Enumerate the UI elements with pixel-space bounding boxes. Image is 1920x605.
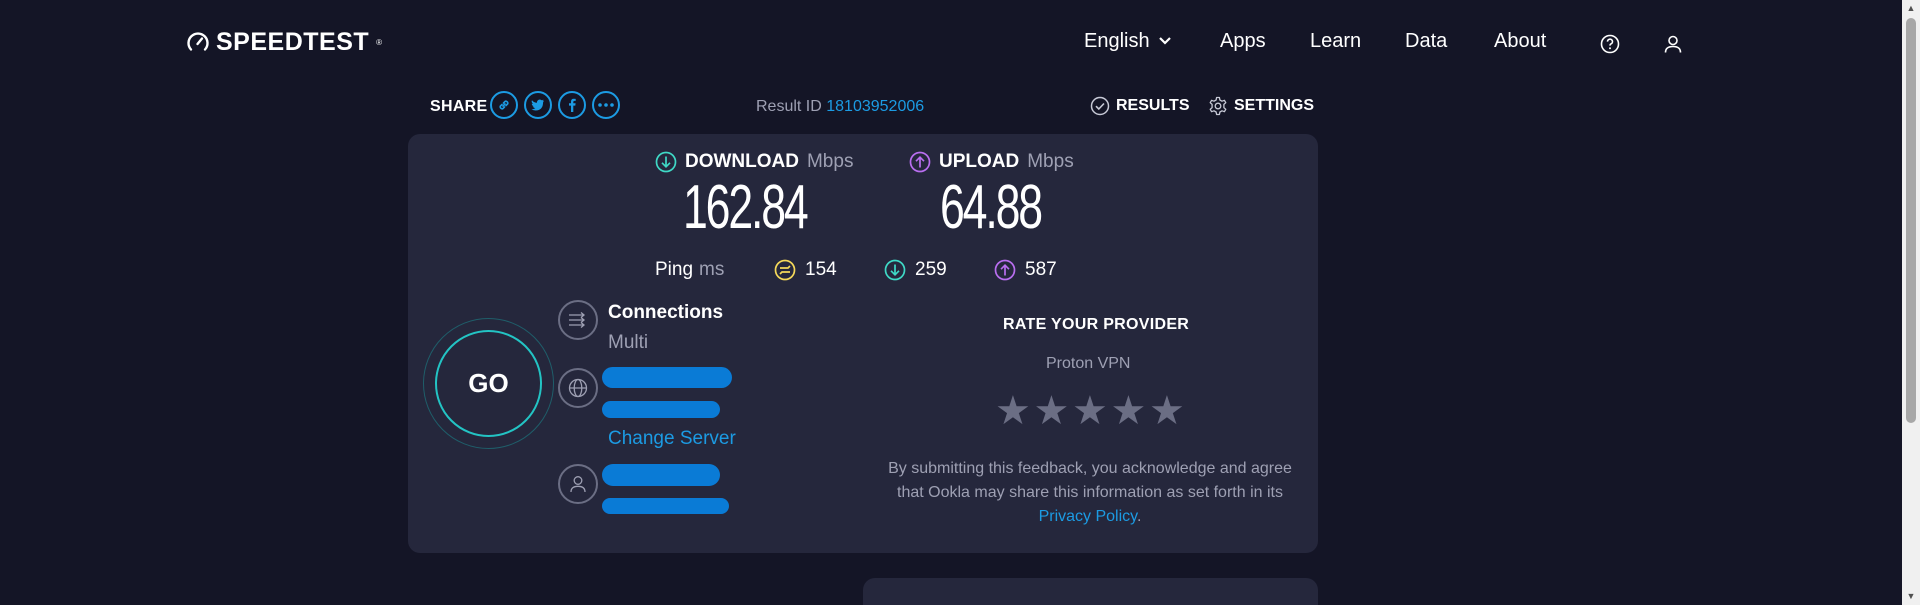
go-button[interactable]: GO — [423, 318, 554, 449]
redacted-server-location — [602, 401, 720, 418]
nav-about[interactable]: About — [1494, 27, 1546, 55]
disclaimer-period: . — [1136, 508, 1142, 525]
scroll-down-icon[interactable]: ▼ — [1905, 590, 1917, 602]
provider-name: Proton VPN — [1046, 355, 1131, 372]
download-icon — [655, 151, 677, 173]
user-icon — [570, 476, 586, 493]
user-icon — [1664, 35, 1682, 53]
share-twitter-button[interactable] — [524, 91, 552, 119]
server-icon-wrap — [558, 368, 598, 408]
ping-label: Ping ms — [655, 258, 724, 282]
upload-value: 64.88 — [940, 173, 1043, 242]
check-circle-icon — [1090, 96, 1110, 116]
account-button[interactable] — [1655, 30, 1683, 58]
language-selector[interactable]: English — [1084, 27, 1172, 55]
download-label: DOWNLOAD — [685, 151, 799, 172]
download-header: DOWNLOAD Mbps — [655, 151, 853, 173]
ping-label-text: Ping — [655, 259, 694, 280]
results-link[interactable]: RESULTS — [1090, 96, 1189, 116]
result-id: Result ID 18103952006 — [756, 98, 924, 116]
logo-text: SPEEDTEST — [216, 28, 370, 56]
speedtest-logo[interactable]: SPEEDTEST ® — [186, 28, 382, 57]
connections-icon — [569, 312, 586, 328]
share-more-button[interactable] — [592, 91, 620, 119]
ping-idle: 154 — [774, 258, 837, 282]
gear-icon — [1209, 96, 1227, 116]
settings-label: SETTINGS — [1234, 97, 1315, 114]
secondary-card — [863, 578, 1318, 605]
language-label: English — [1084, 29, 1150, 52]
ping-upload: 587 — [994, 258, 1057, 282]
scroll-up-icon[interactable]: ▲ — [1905, 2, 1917, 14]
nav-learn[interactable]: Learn — [1310, 27, 1361, 55]
upload-label: UPLOAD — [939, 151, 1020, 172]
connections-title: Connections — [608, 302, 724, 323]
nav-apps[interactable]: Apps — [1220, 27, 1266, 55]
globe-icon — [568, 378, 588, 398]
star-icon[interactable]: ★ — [995, 390, 1031, 432]
ping-upload-value: 587 — [1025, 259, 1057, 280]
idle-latency-icon — [774, 259, 796, 281]
upload-header: UPLOAD Mbps — [909, 151, 1074, 173]
link-icon — [499, 100, 509, 110]
redacted-server-name — [602, 367, 732, 388]
ping-idle-value: 154 — [805, 259, 837, 280]
share-link-button[interactable] — [490, 91, 518, 119]
help-icon — [1600, 34, 1620, 54]
twitter-icon — [531, 99, 544, 111]
change-server-link[interactable]: Change Server — [608, 428, 736, 450]
star-icon[interactable]: ★ — [1034, 390, 1070, 432]
redacted-ip-address — [602, 498, 729, 514]
share-label: SHARE — [430, 98, 488, 115]
upload-latency-icon — [994, 259, 1016, 281]
more-icon — [598, 103, 614, 107]
upload-icon — [909, 151, 931, 173]
feedback-disclaimer: By submitting this feedback, you acknowl… — [886, 457, 1294, 529]
settings-link[interactable]: SETTINGS — [1208, 96, 1314, 116]
rate-provider-title: RATE YOUR PROVIDER — [1003, 316, 1190, 333]
results-label: RESULTS — [1116, 97, 1190, 114]
star-icon[interactable]: ★ — [1149, 390, 1185, 432]
scrollbar-thumb[interactable] — [1906, 18, 1916, 423]
provider-icon-wrap — [558, 464, 598, 504]
facebook-icon — [569, 98, 576, 112]
connections-mode: Multi — [608, 332, 649, 353]
result-id-link[interactable]: 18103952006 — [826, 98, 924, 115]
star-icon[interactable]: ★ — [1111, 390, 1147, 432]
connections-icon-wrap — [558, 300, 598, 340]
go-button-label: GO — [435, 330, 542, 437]
help-button[interactable] — [1592, 30, 1620, 58]
download-latency-icon — [884, 259, 906, 281]
download-unit: Mbps — [806, 151, 854, 172]
logo-trademark: ® — [376, 38, 383, 47]
download-value: 162.84 — [683, 173, 809, 242]
ping-download: 259 — [884, 258, 947, 282]
chevron-down-icon — [1158, 37, 1171, 45]
upload-unit: Mbps — [1027, 151, 1074, 172]
result-id-label: Result ID — [756, 98, 822, 115]
disclaimer-text: By submitting this feedback, you acknowl… — [888, 460, 1292, 501]
ping-unit: ms — [699, 259, 725, 280]
share-facebook-button[interactable] — [558, 91, 586, 119]
gauge-icon — [187, 31, 209, 51]
redacted-provider-name — [602, 464, 720, 486]
nav-data[interactable]: Data — [1405, 27, 1447, 55]
ping-download-value: 259 — [915, 259, 947, 280]
privacy-policy-link[interactable]: Privacy Policy — [1039, 508, 1137, 525]
star-rating[interactable]: ★ ★ ★ ★ ★ — [995, 390, 1185, 432]
star-icon[interactable]: ★ — [1072, 390, 1108, 432]
